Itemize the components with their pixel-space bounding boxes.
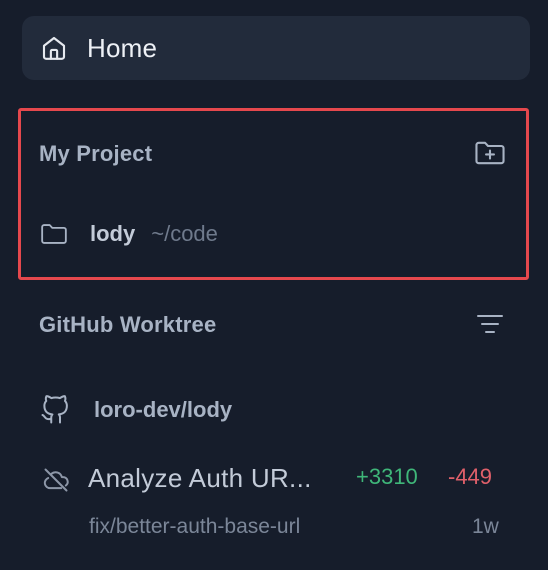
project-name: lody [90, 221, 136, 246]
github-worktree-title: GitHub Worktree [39, 312, 217, 337]
filter-icon[interactable] [473, 307, 507, 341]
home-icon [38, 32, 70, 64]
github-icon [40, 395, 70, 425]
my-project-title: My Project [39, 141, 153, 166]
worktree-time: 1w [472, 515, 499, 538]
cloud-off-icon [42, 466, 70, 494]
sidebar: Home My Project lody ~/code GitHub Workt… [0, 0, 548, 570]
repo-item-loro-dev-lody[interactable]: loro-dev/lody [40, 390, 232, 430]
home-label: Home [87, 32, 158, 63]
worktree-additions: +3310 [356, 464, 418, 489]
folder-plus-icon[interactable] [473, 136, 507, 170]
repo-name: loro-dev/lody [94, 397, 233, 422]
home-nav-item[interactable]: Home [22, 16, 530, 80]
worktree-title[interactable]: Analyze Auth UR... [88, 463, 312, 494]
project-path: ~/code [151, 221, 218, 246]
folder-icon [40, 222, 68, 246]
worktree-branch: fix/better-auth-base-url [89, 515, 301, 538]
worktree-deletions: -449 [448, 464, 493, 489]
project-item-lody[interactable]: lody ~/code [40, 212, 218, 256]
